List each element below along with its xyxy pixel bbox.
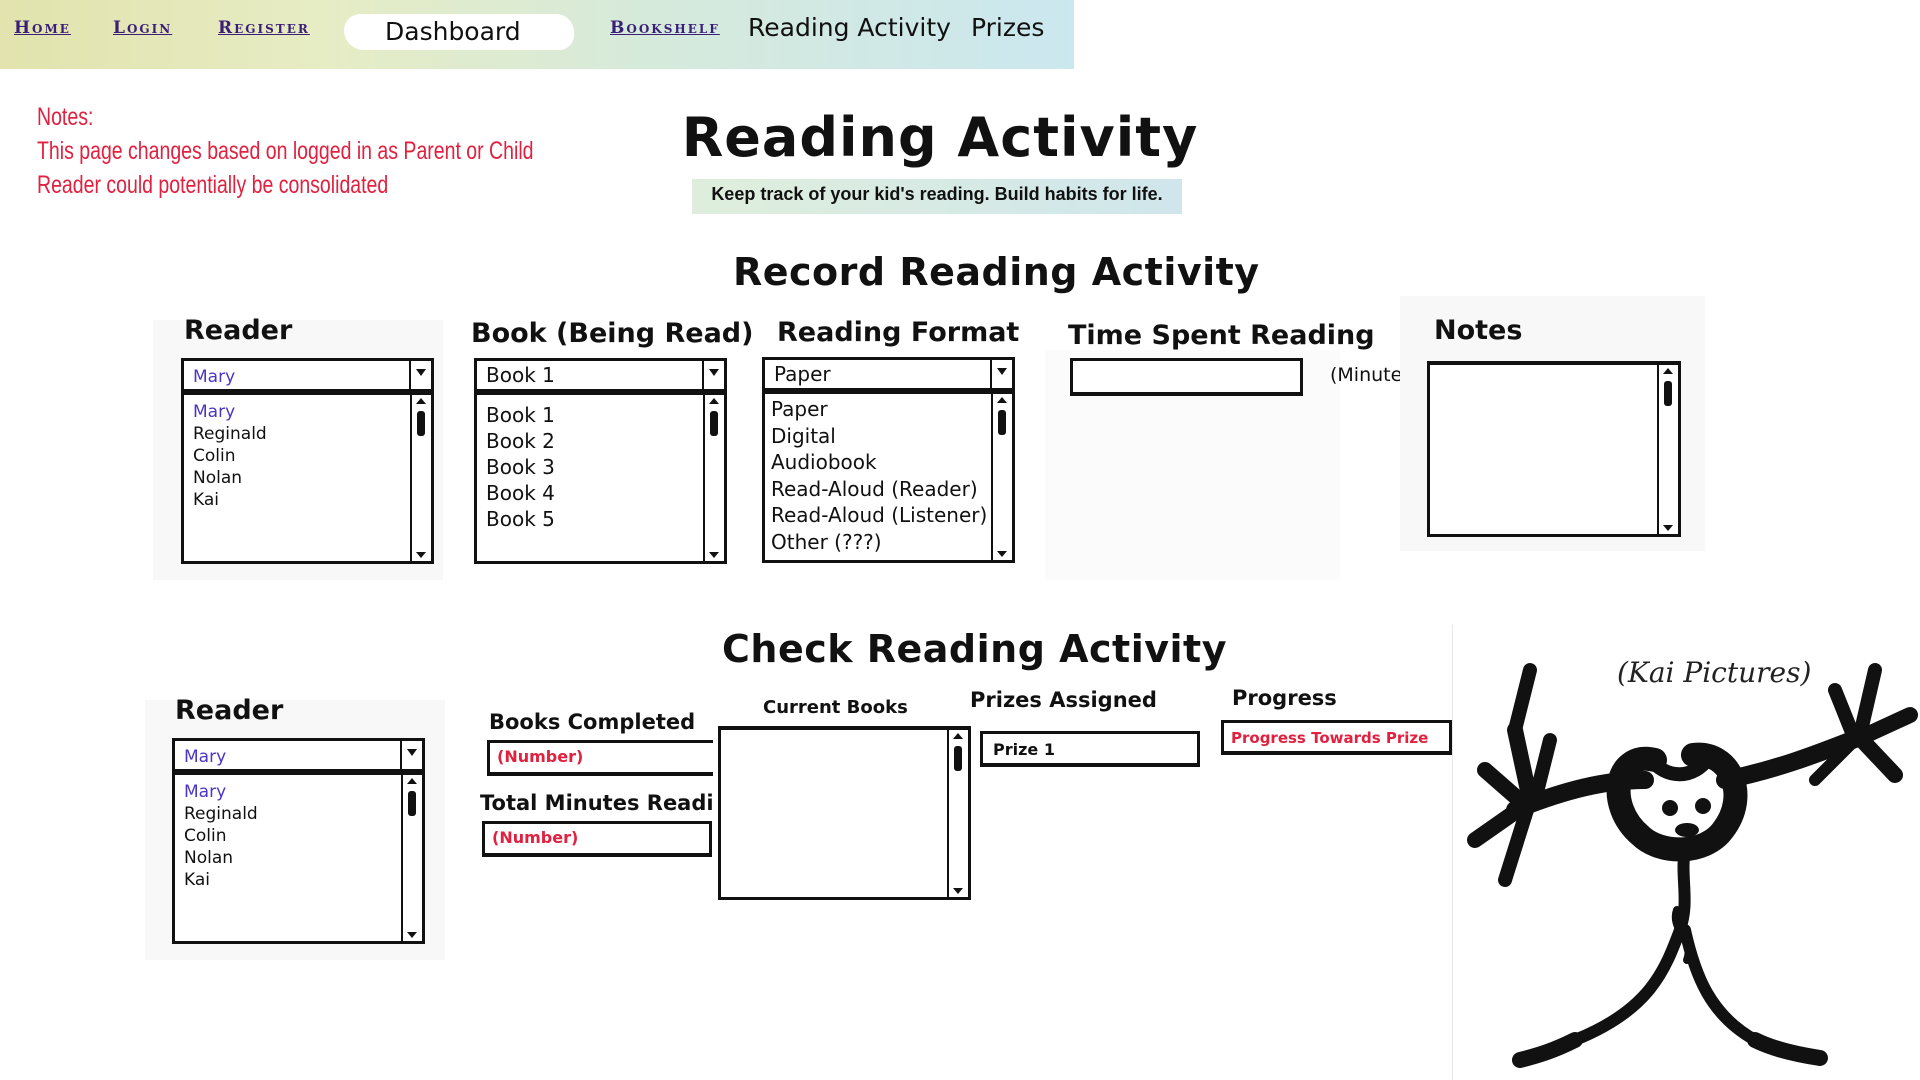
chevron-down-icon[interactable]: [409, 361, 431, 389]
scroll-thumb[interactable]: [1664, 381, 1672, 406]
scroll-down-icon[interactable]: [1663, 525, 1673, 531]
check-reader-label: Reader: [175, 695, 284, 726]
scrollbar[interactable]: [703, 395, 724, 561]
record-reader-selected: Mary: [193, 367, 236, 387]
nav-dashboard-link[interactable]: Dashboard: [385, 17, 521, 46]
scroll-down-icon[interactable]: [953, 888, 963, 894]
list-item[interactable]: Nolan: [193, 467, 267, 489]
record-section-title: Record Reading Activity: [733, 250, 1260, 294]
page-title: Reading Activity: [681, 106, 1199, 169]
nav-login-link[interactable]: Login: [113, 18, 172, 38]
list-item[interactable]: Read-Aloud (Listener): [771, 502, 987, 529]
list-item[interactable]: Digital: [771, 423, 987, 450]
scroll-down-icon[interactable]: [407, 932, 417, 938]
page-subtitle: Keep track of your kid's reading. Build …: [692, 179, 1182, 214]
list-item[interactable]: Nolan: [184, 847, 258, 869]
total-minutes-value: (Number): [492, 828, 579, 847]
scroll-thumb[interactable]: [998, 410, 1006, 435]
record-format-list[interactable]: Paper Digital Audiobook Read-Aloud (Read…: [762, 390, 1015, 563]
chevron-down-icon[interactable]: [990, 360, 1012, 388]
list-item[interactable]: Reginald: [184, 803, 258, 825]
scroll-down-icon[interactable]: [416, 552, 426, 558]
scrollbar[interactable]: [991, 394, 1012, 560]
scroll-down-icon[interactable]: [709, 552, 719, 558]
notes-line: Reader could potentially be consolidated: [37, 171, 389, 199]
scrollbar[interactable]: [401, 775, 422, 941]
prizes-assigned-label: Prizes Assigned: [970, 688, 1157, 712]
current-books-list[interactable]: [718, 726, 971, 900]
prizes-assigned-value: Prize 1: [993, 740, 1055, 759]
list-item[interactable]: Audiobook: [771, 449, 987, 476]
progress-field: Progress Towards Prize: [1221, 720, 1452, 755]
list-item[interactable]: Reginald: [193, 423, 267, 445]
record-book-selected: Book 1: [486, 363, 555, 387]
scroll-thumb[interactable]: [710, 411, 718, 436]
list-item[interactable]: Read-Aloud (Reader): [771, 476, 987, 503]
nav-bookshelf-link[interactable]: Bookshelf: [610, 18, 720, 38]
scroll-up-icon[interactable]: [953, 733, 963, 739]
record-time-label: Time Spent Reading: [1068, 320, 1375, 351]
list-item[interactable]: Other (???): [771, 529, 987, 556]
list-item[interactable]: Book 5: [486, 506, 555, 532]
list-item[interactable]: Book 2: [486, 428, 555, 454]
scrollbar[interactable]: [947, 730, 968, 897]
chevron-down-icon[interactable]: [702, 361, 724, 389]
list-item[interactable]: Book 1: [486, 402, 555, 428]
scroll-thumb[interactable]: [417, 411, 425, 436]
list-item[interactable]: Kai: [184, 869, 258, 891]
total-minutes-field: (Number): [482, 821, 712, 857]
record-reader-list[interactable]: Mary Reginald Colin Nolan Kai: [181, 391, 434, 564]
total-minutes-label: Total Minutes Readin: [480, 791, 715, 815]
nav-register-link[interactable]: Register: [218, 18, 310, 38]
list-item[interactable]: Mary: [184, 781, 258, 803]
record-format-selected: Paper: [774, 362, 831, 386]
divider: [1452, 625, 1453, 1080]
check-section-title: Check Reading Activity: [722, 627, 1227, 671]
record-book-select[interactable]: Book 1: [474, 358, 727, 392]
stickman-image: [1467, 663, 1918, 1068]
total-minutes-label-clip: Total Minutes Readin: [480, 791, 715, 815]
list-item[interactable]: Book 4: [486, 480, 555, 506]
books-completed-value: (Number): [497, 747, 584, 766]
scrollbar[interactable]: [410, 395, 431, 561]
books-completed-label: Books Completed: [489, 710, 696, 734]
books-completed-field: (Number): [487, 740, 713, 776]
record-reader-select[interactable]: Mary: [181, 358, 434, 392]
list-item[interactable]: Paper: [771, 396, 987, 423]
record-format-select[interactable]: Paper: [762, 357, 1015, 391]
record-book-list[interactable]: Book 1 Book 2 Book 3 Book 4 Book 5: [474, 391, 727, 564]
scroll-up-icon[interactable]: [407, 778, 417, 784]
nav-home-link[interactable]: Home: [14, 18, 71, 38]
scroll-thumb[interactable]: [954, 746, 962, 771]
check-reader-selected: Mary: [184, 747, 227, 767]
record-notes-label: Notes: [1434, 315, 1523, 346]
notes-textarea[interactable]: [1427, 361, 1681, 537]
progress-label: Progress: [1232, 686, 1337, 710]
record-reader-label: Reader: [184, 315, 293, 346]
record-book-label: Book (Being Read): [471, 318, 754, 349]
scrollbar[interactable]: [1657, 365, 1678, 534]
top-nav: Home Login Register Dashboard Bookshelf …: [0, 0, 1074, 69]
scroll-up-icon[interactable]: [709, 398, 719, 404]
record-format-label: Reading Format: [777, 317, 1020, 348]
nav-prizes-link[interactable]: Prizes: [971, 13, 1044, 42]
current-books-label: Current Books: [763, 697, 908, 718]
scroll-up-icon[interactable]: [416, 398, 426, 404]
scroll-thumb[interactable]: [408, 791, 416, 816]
progress-value: Progress Towards Prize: [1231, 729, 1429, 747]
prizes-assigned-field: Prize 1: [980, 731, 1200, 767]
list-item[interactable]: Book 3: [486, 454, 555, 480]
list-item[interactable]: Kai: [193, 489, 267, 511]
time-spent-input[interactable]: [1070, 358, 1303, 396]
chevron-down-icon[interactable]: [400, 741, 422, 769]
list-item[interactable]: Colin: [184, 825, 258, 847]
check-reader-select[interactable]: Mary: [172, 738, 425, 772]
scroll-up-icon[interactable]: [1663, 368, 1673, 374]
list-item[interactable]: Colin: [193, 445, 267, 467]
check-reader-list[interactable]: Mary Reginald Colin Nolan Kai: [172, 771, 425, 944]
scroll-down-icon[interactable]: [997, 551, 1007, 557]
scroll-up-icon[interactable]: [997, 397, 1007, 403]
nav-reading-activity-link[interactable]: Reading Activity: [748, 13, 951, 42]
list-item[interactable]: Mary: [193, 401, 267, 423]
